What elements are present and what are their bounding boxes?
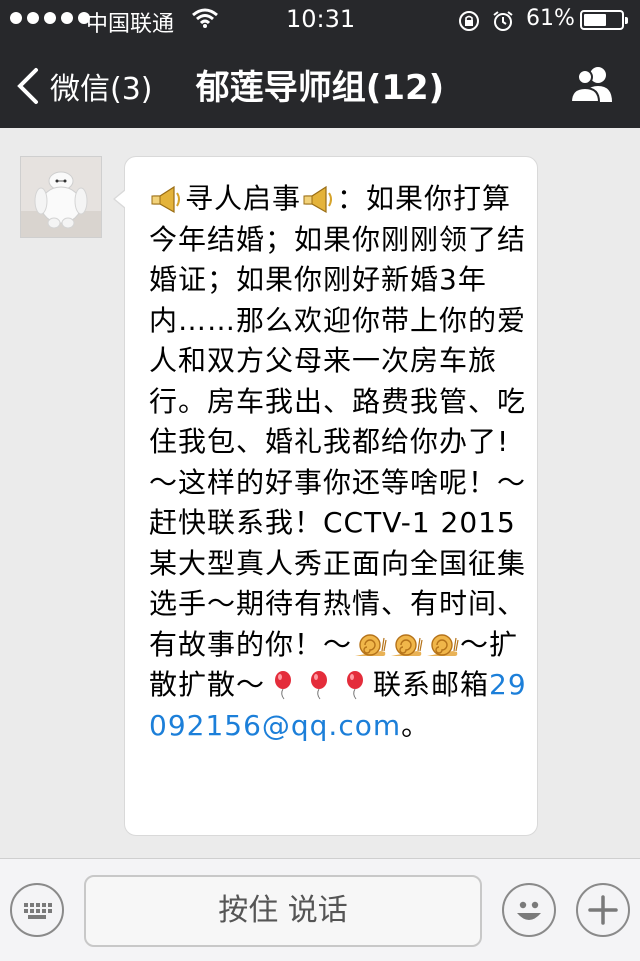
more-button[interactable]: [576, 883, 630, 937]
plus-icon: [588, 895, 618, 925]
alarm-icon: [493, 11, 513, 31]
keyboard-button[interactable]: [10, 883, 64, 937]
emoji-button[interactable]: [502, 883, 556, 937]
keyboard-icon: [24, 903, 52, 919]
avatar[interactable]: [20, 156, 102, 238]
balloon-icon: [302, 670, 336, 700]
snail-icon: [389, 630, 423, 660]
snail-icon: [425, 630, 459, 660]
snail-icon: [353, 630, 387, 660]
balloon-icon: [338, 670, 372, 700]
navigation-bar: 微信(3) 郁莲导师组(12): [0, 40, 640, 128]
battery-percentage: 61%: [526, 6, 575, 31]
baymax-avatar-icon: [21, 157, 101, 237]
carrier-label: 中国联通: [86, 12, 175, 37]
message-text: 寻人启事 ：如果你打算今年结婚；如果你刚刚领了结婚证；如果你刚好新婚3年内……那么…: [149, 179, 527, 746]
message-tail: 。: [401, 708, 431, 742]
chat-area[interactable]: 寻人启事 ：如果你打算今年结婚；如果你刚刚领了结婚证；如果你刚好新婚3年内……那么…: [0, 128, 640, 858]
smiley-icon: [517, 901, 541, 920]
megaphone-icon: [150, 184, 184, 214]
battery-icon: [580, 10, 628, 30]
wifi-icon: [192, 8, 218, 28]
status-bar: 中国联通 10:31 61%: [0, 0, 640, 40]
message-text-segment: 联系邮箱: [373, 668, 490, 701]
message-text-segment: 寻人启事: [185, 182, 302, 215]
balloon-icon: [266, 670, 300, 700]
message-bubble[interactable]: 寻人启事 ：如果你打算今年结婚；如果你刚刚领了结婚证；如果你刚好新婚3年内……那么…: [113, 156, 538, 836]
rotation-lock-icon: [459, 11, 479, 31]
group-members-icon[interactable]: [568, 64, 616, 104]
chat-title: 郁莲导师组(12): [195, 68, 445, 108]
clock: 10:31: [286, 5, 356, 33]
hold-to-talk-button[interactable]: 按住 说话: [84, 875, 482, 947]
megaphone-icon: [302, 184, 336, 214]
message-text-segment: ：如果你打算今年结婚；如果你刚刚领了结婚证；如果你刚好新婚3年内……那么欢迎你带…: [149, 182, 527, 661]
input-toolbar: 按住 说话: [0, 858, 640, 961]
signal-strength-icon: [10, 12, 90, 24]
